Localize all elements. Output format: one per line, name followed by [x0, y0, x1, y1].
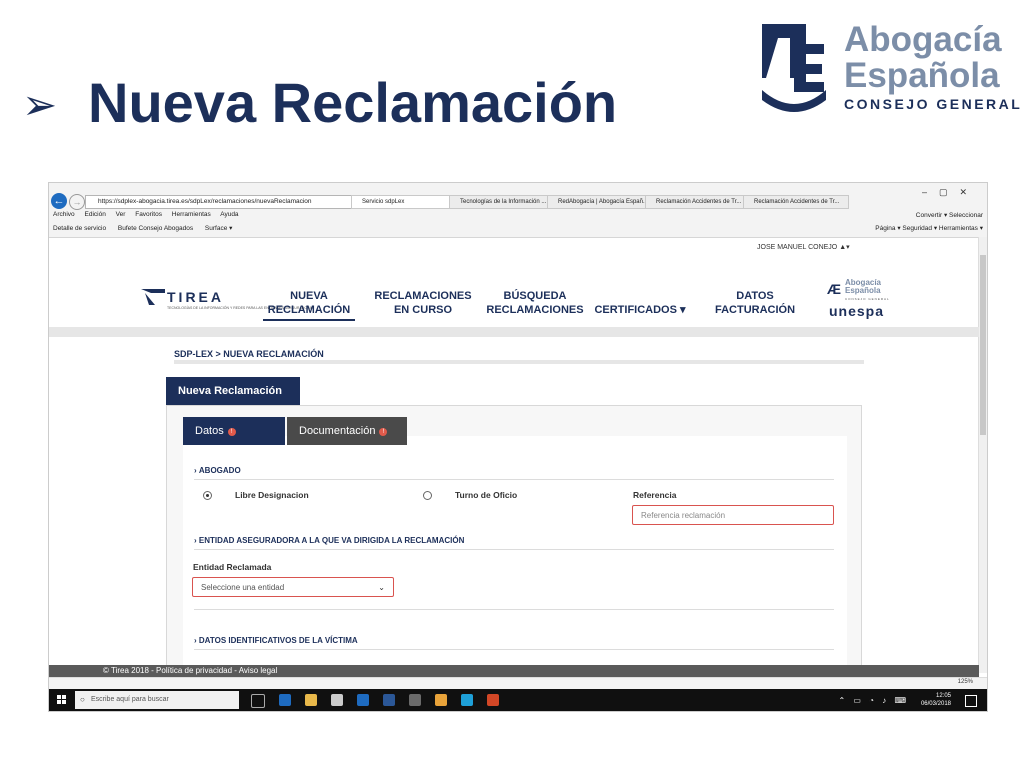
convert-select-tools[interactable]: Convertir ▾ Seleccionar [916, 211, 983, 219]
breadcrumb: SDP-LEX > NUEVA RECLAMACIÓN [174, 349, 324, 359]
tirea-logo[interactable]: TIREA TECNOLOGÍAS DE LA INFORMACIÓN Y RE… [141, 287, 314, 313]
app-icon[interactable] [409, 694, 421, 706]
abogacia-emblem-icon [762, 24, 826, 112]
label-entidad-reclamada: Entidad Reclamada [193, 562, 272, 572]
tab-reclamacion-2[interactable]: Reclamación Accidentes de Tr... [743, 195, 849, 209]
alert-icon: ! [227, 428, 236, 436]
abogacia-mini-emblem-icon: Æ [827, 281, 841, 297]
window-controls[interactable]: –▢✕ [922, 187, 979, 198]
tirea-wordmark: TIREA [167, 289, 224, 305]
label-libre-designacion: Libre Designacion [235, 490, 309, 500]
bullet-arrow-icon: ➢ [22, 81, 58, 128]
menu-edicion[interactable]: Edición [85, 211, 106, 218]
tab-datos[interactable]: Datos! [183, 417, 285, 445]
label-turno-oficio: Turno de Oficio [455, 490, 518, 500]
nav-datos-facturacion[interactable]: DATOS FACTURACIÓN [703, 289, 807, 317]
logo-line-1: Abogacía [844, 20, 1002, 59]
forward-button[interactable]: → [69, 194, 85, 210]
address-bar[interactable]: https://sdplex-abogacia.tirea.es/sdpLex/… [85, 195, 361, 209]
logo-line-3: CONSEJO GENERAL [844, 96, 1023, 112]
nav-active-underline [263, 319, 355, 321]
notifications-icon[interactable] [965, 695, 977, 707]
taskbar-search-input[interactable]: ○ Escribe aquí para buscar [75, 691, 239, 709]
tab-servicio-sdplex[interactable]: Servicio sdpLex [351, 195, 457, 209]
windows-start-icon[interactable] [57, 695, 67, 705]
section-entidad: › ENTIDAD ASEGURADORA A LA QUE VA DIRIGI… [194, 536, 465, 545]
radio-libre-designacion[interactable] [203, 491, 212, 500]
tab-redabogacia[interactable]: RedAbogacía | Abogacía Españ... [547, 195, 653, 209]
radio-turno-oficio[interactable] [423, 491, 432, 500]
menu-ver[interactable]: Ver [116, 211, 126, 218]
task-view-icon[interactable] [251, 694, 265, 708]
user-icon: ▲▾ [839, 244, 850, 251]
section-abogado: › ABOGADO [194, 466, 241, 475]
abogacia-unespa-logo: Æ Abogacía Española CONSEJO GENERAL unesp… [827, 278, 890, 320]
menu-archivo[interactable]: Archivo [53, 211, 75, 218]
section-victima: › DATOS IDENTIFICATIVOS DE LA VÍCTIMA [194, 636, 358, 645]
edge-icon[interactable] [279, 694, 291, 706]
browser-screenshot: ← → https://sdplex-abogacia.tirea.es/sdp… [48, 182, 988, 712]
slide-title: Nueva Reclamación [88, 71, 618, 134]
tab-documentacion[interactable]: Documentación! [287, 417, 407, 445]
system-tray-icons[interactable]: ⌃ ▭ ◔ ♪ ⌨ [838, 696, 909, 705]
breadcrumb-divider [174, 360, 864, 364]
nav-nueva-reclamacion[interactable]: NUEVA RECLAMACIÓN [263, 289, 355, 321]
abogacia-logo: Abogacía Española CONSEJO GENERAL [760, 18, 1020, 118]
powerpoint-icon[interactable] [487, 694, 499, 706]
file-explorer-icon[interactable] [305, 694, 317, 706]
tab-tecnologias[interactable]: Tecnologías de la Información ... [449, 195, 555, 209]
alert-icon: ! [379, 428, 388, 436]
nav-reclamaciones-en-curso[interactable]: RECLAMACIONES EN CURSO [371, 289, 475, 317]
header-divider [49, 327, 979, 337]
logo-line-2: Española [844, 56, 1000, 95]
user-menu[interactable]: JOSE MANUEL CONEJO ▲▾ [757, 243, 850, 251]
outlook-icon[interactable] [435, 694, 447, 706]
browser-menu: Archivo Edición Ver Favoritos Herramient… [53, 211, 247, 218]
nav-certificados[interactable]: CERTIFICADOS ▾ [591, 303, 689, 317]
tab-reclamacion-1[interactable]: Reclamación Accidentes de Tr... [645, 195, 751, 209]
dropbox-icon[interactable] [357, 694, 369, 706]
nav-busqueda-reclamaciones[interactable]: BÚSQUEDA RECLAMACIONES [483, 289, 587, 317]
entidad-select[interactable]: Seleccione una entidad ⌄ [192, 577, 394, 597]
menu-ayuda[interactable]: Ayuda [220, 211, 238, 218]
word-icon[interactable] [383, 694, 395, 706]
back-button[interactable]: ← [51, 193, 67, 209]
windows-taskbar: ○ Escribe aquí para buscar ⌃ ▭ ◔ ♪ ⌨ 12:… [49, 689, 987, 711]
fav-detalle[interactable]: Detalle de servicio [53, 225, 106, 232]
vertical-scrollbar[interactable] [978, 237, 987, 673]
panel-title-tab: Nueva Reclamación [166, 377, 300, 405]
unespa-logo: unespa [829, 303, 885, 319]
referencia-input[interactable]: Referencia reclamación [632, 505, 834, 525]
menu-herramientas[interactable]: Herramientas [172, 211, 211, 218]
favorites-bar: Detalle de servicio Bufete Consejo Aboga… [53, 224, 242, 232]
browser-chrome: ← → https://sdplex-abogacia.tirea.es/sdp… [49, 183, 987, 238]
search-icon: ○ [80, 695, 85, 704]
fav-bufete[interactable]: Bufete Consejo Abogados [118, 225, 193, 232]
menu-favoritos[interactable]: Favoritos [135, 211, 162, 218]
page-footer: © Tirea 2018 - Política de privacidad - … [49, 665, 979, 677]
label-referencia: Referencia [633, 490, 677, 500]
fav-surface[interactable]: Surface ▾ [205, 225, 232, 232]
tirea-mark-icon [141, 289, 165, 305]
user-name: JOSE MANUEL CONEJO [757, 244, 838, 251]
store-icon[interactable] [331, 694, 343, 706]
command-bar[interactable]: Página ▾ Seguridad ▾ Herramientas ▾ [875, 224, 983, 232]
zoom-level[interactable]: 125% [958, 679, 973, 685]
clock[interactable]: 12:05 06/03/2018 [921, 692, 951, 708]
internet-explorer-icon[interactable] [461, 694, 473, 706]
chevron-down-icon: ⌄ [378, 583, 385, 592]
